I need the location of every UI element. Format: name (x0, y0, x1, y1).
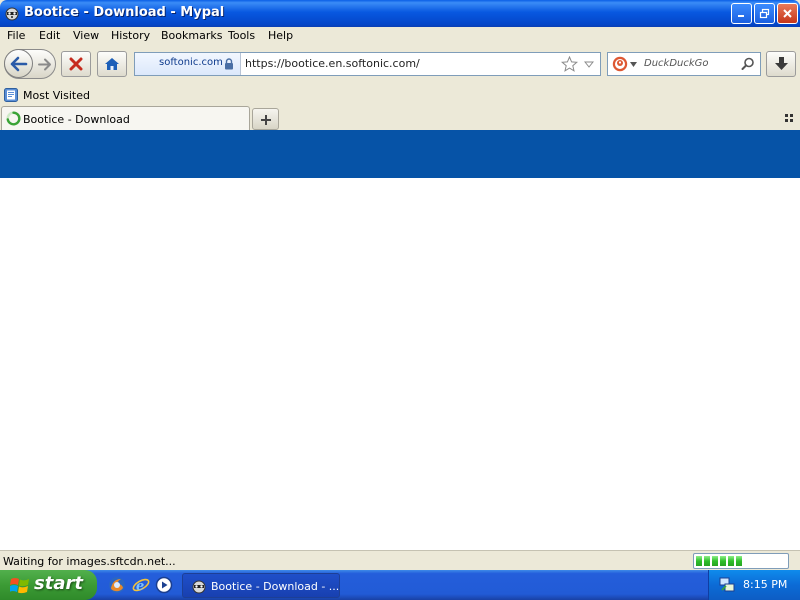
download-arrow-icon (775, 57, 788, 70)
progress-meter (693, 553, 789, 569)
restore-button[interactable] (754, 3, 775, 24)
close-icon (783, 9, 792, 18)
tab-strip: Bootice - Download (0, 105, 800, 131)
minimize-button[interactable] (731, 3, 752, 24)
raccoon-icon (192, 580, 206, 594)
network-icon[interactable] (719, 576, 736, 593)
taskbar-item-label: Bootice - Download - ... (211, 580, 340, 593)
menu-bookmarks[interactable]: Bookmarks (161, 29, 222, 42)
start-button[interactable]: start (0, 570, 97, 600)
status-text: Waiting for images.sftcdn.net... (3, 555, 176, 568)
menu-tools[interactable]: Tools (228, 29, 255, 42)
bookmark-star-icon[interactable] (561, 56, 578, 72)
forward-arrow-icon[interactable] (38, 58, 52, 71)
start-label: start (34, 573, 83, 594)
menu-edit[interactable]: Edit (39, 29, 60, 42)
site-identity-button[interactable]: softonic.com (135, 53, 241, 75)
menu-help[interactable]: Help (268, 29, 293, 42)
duckduckgo-icon[interactable] (612, 56, 628, 72)
menu-history[interactable]: History (111, 29, 150, 42)
svg-text:e: e (136, 579, 144, 594)
search-placeholder: DuckDuckGo (644, 58, 709, 69)
clock: 8:15 PM (743, 578, 788, 591)
tab-label: Bootice - Download (23, 113, 130, 126)
search-engine-dropdown-icon[interactable] (630, 62, 637, 67)
back-arrow-icon (10, 56, 28, 72)
window-title: Bootice - Download - Mypal (24, 5, 225, 20)
title-bar[interactable]: Bootice - Download - Mypal (0, 0, 800, 27)
close-button[interactable] (777, 3, 798, 24)
minimize-icon (738, 15, 744, 17)
lock-icon (225, 58, 233, 70)
progress-block (704, 556, 710, 566)
menu-file[interactable]: File (7, 29, 25, 42)
list-all-tabs-icon[interactable] (784, 113, 794, 123)
navigation-toolbar: softonic.com https://bootice.en.softonic… (0, 46, 800, 84)
site-identity-label: softonic.com (159, 57, 223, 68)
home-button[interactable] (97, 51, 127, 77)
plus-icon (261, 115, 271, 125)
search-icon[interactable] (741, 57, 755, 71)
bookmark-label: Most Visited (23, 88, 90, 102)
firefox-icon[interactable] (108, 576, 126, 594)
loading-spinner-icon (6, 111, 21, 126)
progress-block (720, 556, 726, 566)
progress-block (712, 556, 718, 566)
downloads-button[interactable] (766, 51, 796, 77)
menu-view[interactable]: View (73, 29, 99, 42)
raccoon-icon (5, 7, 19, 21)
new-tab-button[interactable] (252, 108, 279, 130)
home-icon (105, 58, 119, 70)
windows-logo-icon (10, 578, 29, 594)
search-bar[interactable]: DuckDuckGo (607, 52, 761, 76)
taskbar: start e Bootice - Download - ... 8:15 PM (0, 570, 800, 600)
page-content (0, 130, 800, 550)
tab-bootice-download[interactable]: Bootice - Download (1, 106, 250, 131)
url-bar[interactable]: softonic.com https://bootice.en.softonic… (134, 52, 601, 76)
progress-fill (696, 556, 742, 566)
back-button[interactable] (4, 49, 33, 78)
system-tray: 8:15 PM (708, 570, 800, 600)
most-visited-icon (4, 88, 18, 102)
progress-block (736, 556, 742, 566)
taskbar-item-mypal[interactable]: Bootice - Download - ... (182, 573, 340, 598)
progress-block (728, 556, 734, 566)
site-header-banner (0, 130, 800, 178)
bookmark-most-visited[interactable]: Most Visited (4, 87, 90, 103)
menu-bar: File Edit View History Bookmarks Tools H… (0, 27, 800, 46)
back-forward-group (4, 49, 56, 79)
internet-explorer-icon[interactable]: e (132, 576, 150, 594)
progress-block (696, 556, 702, 566)
bookmarks-toolbar: Most Visited (0, 84, 800, 105)
status-bar: Waiting for images.sftcdn.net... (0, 550, 800, 570)
restore-icon (759, 8, 770, 19)
url-text[interactable]: https://bootice.en.softonic.com/ (245, 57, 420, 70)
url-dropdown-icon[interactable] (584, 61, 594, 68)
media-player-icon[interactable] (155, 576, 173, 594)
stop-button[interactable] (61, 51, 91, 77)
stop-icon (69, 57, 83, 71)
